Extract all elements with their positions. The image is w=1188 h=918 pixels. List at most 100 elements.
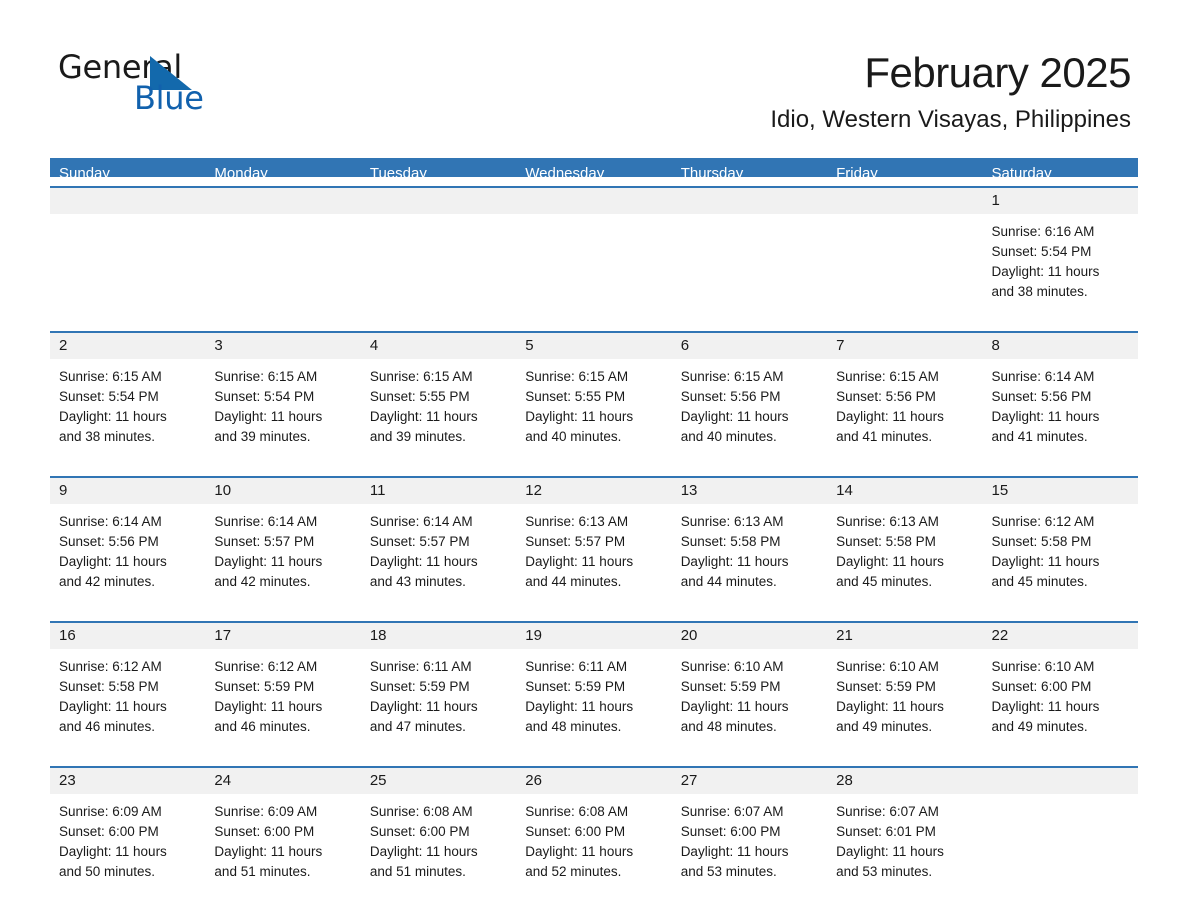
day-cell[interactable]: Sunrise: 6:15 AM Sunset: 5:54 PM Dayligh…: [205, 359, 360, 467]
day-cell[interactable]: [516, 214, 671, 322]
sunset-text: Sunset: 6:00 PM: [680, 824, 781, 839]
day-number[interactable]: [983, 768, 1138, 794]
day-number[interactable]: 10: [205, 478, 360, 504]
day-number[interactable]: 21: [827, 623, 982, 649]
day-cell[interactable]: Sunrise: 6:15 AM Sunset: 5:54 PM Dayligh…: [50, 359, 205, 467]
day-number[interactable]: 24: [205, 768, 360, 794]
day-cell[interactable]: Sunrise: 6:08 AM Sunset: 6:00 PM Dayligh…: [361, 794, 516, 902]
sunrise-text: Sunrise: 6:15 AM: [836, 369, 939, 384]
day-cell[interactable]: Sunrise: 6:14 AM Sunset: 5:56 PM Dayligh…: [983, 359, 1138, 467]
sunrise-text: Sunrise: 6:08 AM: [525, 804, 629, 819]
day-number[interactable]: [516, 188, 671, 214]
sunrise-text: Sunrise: 6:13 AM: [680, 514, 784, 529]
sunset-text: Sunset: 5:59 PM: [369, 679, 470, 694]
day-cell[interactable]: Sunrise: 6:14 AM Sunset: 5:57 PM Dayligh…: [205, 504, 360, 612]
day-number-band: 9 10 11 12 13 14 15: [50, 478, 1138, 504]
day-number[interactable]: [361, 188, 516, 214]
daylight-text-line2: and 47 minutes.: [369, 719, 466, 734]
sunrise-text: Sunrise: 6:12 AM: [991, 514, 1095, 529]
day-cell[interactable]: Sunrise: 6:10 AM Sunset: 5:59 PM Dayligh…: [672, 649, 827, 757]
day-cell[interactable]: [50, 214, 205, 322]
day-number[interactable]: 4: [361, 333, 516, 359]
day-number[interactable]: [827, 188, 982, 214]
day-number[interactable]: 12: [516, 478, 671, 504]
day-number[interactable]: 5: [516, 333, 671, 359]
daylight-text-line1: Daylight: 11 hours: [680, 409, 789, 424]
day-cell[interactable]: Sunrise: 6:11 AM Sunset: 5:59 PM Dayligh…: [516, 649, 671, 757]
day-cell[interactable]: Sunrise: 6:15 AM Sunset: 5:56 PM Dayligh…: [827, 359, 982, 467]
day-number[interactable]: 2: [50, 333, 205, 359]
day-cell[interactable]: Sunrise: 6:08 AM Sunset: 6:00 PM Dayligh…: [516, 794, 671, 902]
daylight-text-line1: Daylight: 11 hours: [369, 409, 478, 424]
weekday-header-thursday: Thursday: [680, 165, 744, 182]
day-cell[interactable]: [983, 794, 1138, 902]
daylight-text-line1: Daylight: 11 hours: [680, 554, 789, 569]
day-cell[interactable]: Sunrise: 6:15 AM Sunset: 5:55 PM Dayligh…: [361, 359, 516, 467]
day-number[interactable]: 25: [361, 768, 516, 794]
daylight-text-line2: and 38 minutes.: [59, 429, 156, 444]
sunset-text: Sunset: 5:56 PM: [59, 534, 159, 549]
sunset-text: Sunset: 6:00 PM: [214, 824, 315, 839]
day-cell[interactable]: Sunrise: 6:15 AM Sunset: 5:56 PM Dayligh…: [672, 359, 827, 467]
day-number[interactable]: 15: [983, 478, 1138, 504]
daylight-text-line2: and 41 minutes.: [836, 429, 933, 444]
day-cell[interactable]: [827, 214, 982, 322]
day-number[interactable]: 28: [827, 768, 982, 794]
page-title: February 2025: [864, 49, 1131, 96]
day-number[interactable]: 1: [983, 188, 1138, 214]
day-cell[interactable]: Sunrise: 6:07 AM Sunset: 6:00 PM Dayligh…: [672, 794, 827, 902]
day-cell[interactable]: Sunrise: 6:12 AM Sunset: 5:58 PM Dayligh…: [50, 649, 205, 757]
day-cell[interactable]: Sunrise: 6:14 AM Sunset: 5:57 PM Dayligh…: [361, 504, 516, 612]
sunset-text: Sunset: 5:54 PM: [59, 389, 159, 404]
day-cell[interactable]: Sunrise: 6:15 AM Sunset: 5:55 PM Dayligh…: [516, 359, 671, 467]
daylight-text-line2: and 48 minutes.: [680, 719, 777, 734]
day-cell[interactable]: Sunrise: 6:14 AM Sunset: 5:56 PM Dayligh…: [50, 504, 205, 612]
daylight-text-line1: Daylight: 11 hours: [214, 699, 323, 714]
day-number[interactable]: 27: [672, 768, 827, 794]
day-number[interactable]: 13: [672, 478, 827, 504]
day-number[interactable]: 3: [205, 333, 360, 359]
day-number[interactable]: 17: [205, 623, 360, 649]
day-cell[interactable]: Sunrise: 6:13 AM Sunset: 5:57 PM Dayligh…: [516, 504, 671, 612]
daylight-text-line1: Daylight: 11 hours: [836, 844, 944, 859]
daylight-text-line1: Daylight: 11 hours: [59, 699, 167, 714]
day-cell[interactable]: Sunrise: 6:09 AM Sunset: 6:00 PM Dayligh…: [50, 794, 205, 902]
sunrise-text: Sunrise: 6:10 AM: [680, 659, 784, 674]
day-number[interactable]: 9: [50, 478, 205, 504]
day-number[interactable]: [205, 188, 360, 214]
day-cell[interactable]: [361, 214, 516, 322]
day-number[interactable]: [50, 188, 205, 214]
day-cell[interactable]: Sunrise: 6:10 AM Sunset: 6:00 PM Dayligh…: [983, 649, 1138, 757]
day-cell[interactable]: [205, 214, 360, 322]
day-number[interactable]: 22: [983, 623, 1138, 649]
calendar-week-row: 23 24 25 26 27 28 Sunrise: 6:09 AM Sunse…: [50, 766, 1138, 902]
day-number[interactable]: 20: [672, 623, 827, 649]
day-number[interactable]: 6: [672, 333, 827, 359]
daylight-text-line1: Daylight: 11 hours: [991, 264, 1100, 279]
day-cell[interactable]: Sunrise: 6:12 AM Sunset: 5:58 PM Dayligh…: [983, 504, 1138, 612]
day-number[interactable]: [672, 188, 827, 214]
day-number[interactable]: 8: [983, 333, 1138, 359]
day-number[interactable]: 14: [827, 478, 982, 504]
day-cell[interactable]: [672, 214, 827, 322]
day-cell[interactable]: Sunrise: 6:09 AM Sunset: 6:00 PM Dayligh…: [205, 794, 360, 902]
day-number[interactable]: 16: [50, 623, 205, 649]
day-number[interactable]: 18: [361, 623, 516, 649]
day-cell[interactable]: Sunrise: 6:11 AM Sunset: 5:59 PM Dayligh…: [361, 649, 516, 757]
sunset-text: Sunset: 5:58 PM: [836, 534, 936, 549]
day-cell[interactable]: Sunrise: 6:12 AM Sunset: 5:59 PM Dayligh…: [205, 649, 360, 757]
day-cell[interactable]: Sunrise: 6:13 AM Sunset: 5:58 PM Dayligh…: [672, 504, 827, 612]
daylight-text-line1: Daylight: 11 hours: [680, 844, 789, 859]
weekday-header-sunday: Sunday: [59, 165, 110, 182]
day-cell[interactable]: Sunrise: 6:10 AM Sunset: 5:59 PM Dayligh…: [827, 649, 982, 757]
day-number[interactable]: 7: [827, 333, 982, 359]
day-cell[interactable]: Sunrise: 6:07 AM Sunset: 6:01 PM Dayligh…: [827, 794, 982, 902]
daylight-text-line1: Daylight: 11 hours: [369, 699, 478, 714]
day-number[interactable]: 19: [516, 623, 671, 649]
day-number[interactable]: 26: [516, 768, 671, 794]
day-number[interactable]: 11: [361, 478, 516, 504]
daylight-text-line1: Daylight: 11 hours: [59, 554, 167, 569]
day-cell[interactable]: Sunrise: 6:13 AM Sunset: 5:58 PM Dayligh…: [827, 504, 982, 612]
day-number[interactable]: 23: [50, 768, 205, 794]
day-cell[interactable]: Sunrise: 6:16 AM Sunset: 5:54 PM Dayligh…: [983, 214, 1138, 322]
